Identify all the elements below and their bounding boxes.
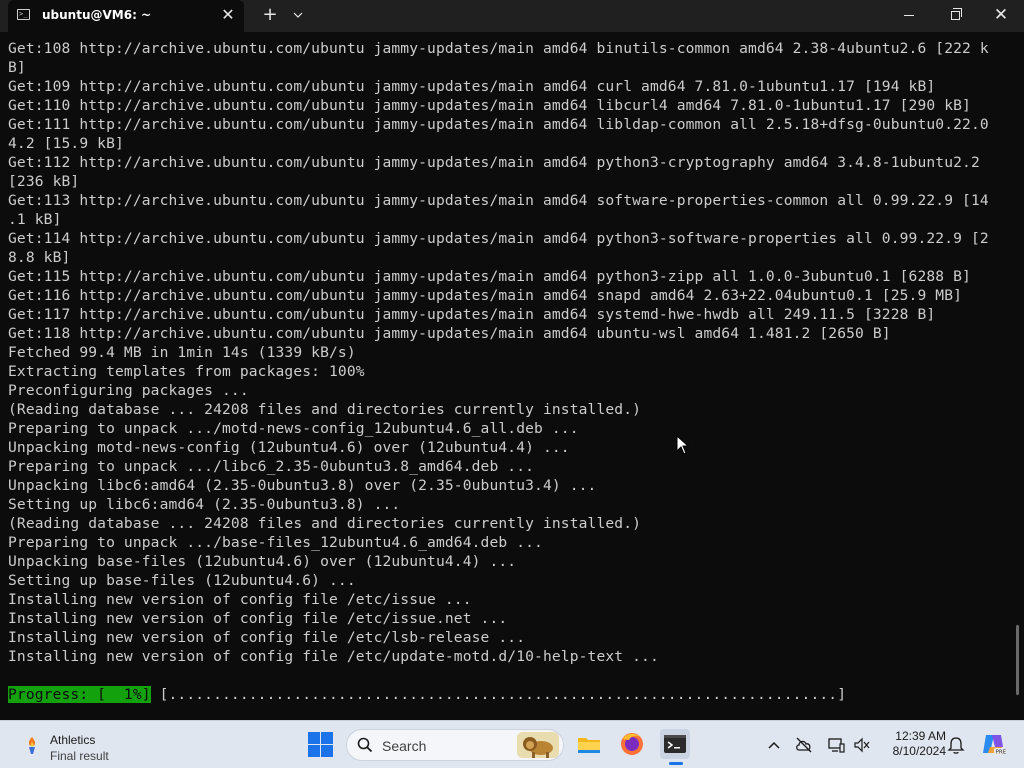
taskbar: Athletics Final result Search 12:39 AM 8… [0,720,1024,768]
terminal-line: Setting up libc6:amd64 (2.35-0ubuntu3.8)… [8,496,401,513]
start-button[interactable] [306,730,334,758]
terminal-line: Extracting templates from packages: 100% [8,363,365,380]
terminal-line: [236 kB] [8,173,80,190]
restore-icon [950,7,962,20]
terminal-line: Get:113 http://archive.ubuntu.com/ubuntu… [8,192,989,209]
terminal-line: .1 kB] [8,211,62,228]
close-window-button[interactable]: ✕ [978,0,1024,32]
progress-bar: [.......................................… [150,686,847,703]
terminal-line: 8.8 kB] [8,249,71,266]
minimize-icon [904,14,914,16]
widget-title: Athletics [50,733,96,747]
terminal-line: Unpacking libc6:amd64 (2.35-0ubuntu3.8) … [8,477,597,494]
terminal-line: Installing new version of config file /e… [8,629,526,646]
terminal-app-icon[interactable] [660,729,690,759]
terminal-line: Get:108 http://archive.ubuntu.com/ubuntu… [8,40,989,57]
terminal-line: (Reading database ... 24208 files and di… [8,515,642,532]
news-widget[interactable]: Athletics Final result [18,725,158,765]
terminal-line: Get:115 http://archive.ubuntu.com/ubuntu… [8,268,971,285]
cloud-off-icon[interactable] [794,735,814,755]
terminal-line: 4.2 [15.9 kB] [8,135,124,152]
terminal-line: (Reading database ... 24208 files and di… [8,401,642,418]
terminal-lines: Get:108 http://archive.ubuntu.com/ubuntu… [8,39,1012,666]
svg-text:PRE: PRE [996,750,1007,756]
firefox-icon[interactable] [617,729,647,759]
terminal-line: B] [8,59,26,76]
terminal-line: Get:117 http://archive.ubuntu.com/ubuntu… [8,306,936,323]
terminal-line: Preparing to unpack .../libc6_2.35-0ubun… [8,458,535,475]
network-icon[interactable] [826,735,846,755]
terminal-line: Get:111 http://archive.ubuntu.com/ubuntu… [8,116,989,133]
terminal-line: Unpacking base-files (12ubuntu4.6) over … [8,553,517,570]
chevron-up-icon[interactable] [764,735,784,755]
terminal-line: Preparing to unpack .../motd-news-config… [8,420,579,437]
terminal-line: Get:110 http://archive.ubuntu.com/ubuntu… [8,97,971,114]
terminal-scrollbar[interactable] [1016,625,1019,695]
restore-button[interactable] [932,0,978,32]
terminal-line: Get:109 http://archive.ubuntu.com/ubuntu… [8,78,936,95]
terminal-line: Installing new version of config file /e… [8,648,659,665]
terminal-line: Get:114 http://archive.ubuntu.com/ubuntu… [8,230,989,247]
terminal-line: Fetched 99.4 MB in 1min 14s (1339 kB/s) [8,344,356,361]
active-app-indicator [669,762,683,765]
terminal-line: Preconfiguring packages ... [8,382,249,399]
title-bar[interactable]: >_ ubuntu@VM6: ~ ✕ + ✕ [0,0,1024,32]
terminal-tab[interactable]: >_ ubuntu@VM6: ~ ✕ [8,0,244,32]
taskbar-search[interactable]: Search [346,729,564,761]
widget-subtitle: Final result [50,749,109,763]
search-placeholder: Search [382,738,427,754]
search-highlight-image [517,732,559,758]
terminal-line: Installing new version of config file /e… [8,610,508,627]
file-explorer-icon[interactable] [574,729,604,759]
tab-title: ubuntu@VM6: ~ [42,8,152,22]
terminal-line: Unpacking motd-news-config (12ubuntu4.6)… [8,439,570,456]
terminal-output[interactable]: Get:108 http://archive.ubuntu.com/ubuntu… [0,32,1024,720]
new-tab-button[interactable]: + [260,5,280,25]
copilot-icon[interactable]: PRE [980,731,1007,757]
progress-label: Progress: [ 1%] [8,686,151,703]
terminal-line: Get:118 http://archive.ubuntu.com/ubuntu… [8,325,891,342]
tab-dropdown-button[interactable] [290,5,306,25]
torch-icon [28,737,36,754]
terminal-line: Get:112 http://archive.ubuntu.com/ubuntu… [8,154,980,171]
progress-line: Progress: [ 1%] [.......................… [8,685,846,704]
clock-date: 8/10/2024 [892,744,946,758]
terminal-line: Setting up base-files (12ubuntu4.6) ... [8,572,356,589]
terminal-line: Preparing to unpack .../base-files_12ubu… [8,534,543,551]
clock-time: 12:39 AM [895,729,946,743]
mouse-pointer-icon [676,435,690,455]
search-icon [357,737,373,753]
bell-icon[interactable] [946,735,966,755]
minimize-button[interactable] [886,0,932,32]
terminal-icon: >_ [17,9,30,20]
close-tab-button[interactable]: ✕ [219,6,237,24]
clock[interactable]: 12:39 AM 8/10/2024 [874,729,946,759]
terminal-line: Installing new version of config file /e… [8,591,472,608]
terminal-line: Get:116 http://archive.ubuntu.com/ubuntu… [8,287,963,304]
chevron-down-icon [293,12,303,18]
sound-icon[interactable] [852,735,872,755]
